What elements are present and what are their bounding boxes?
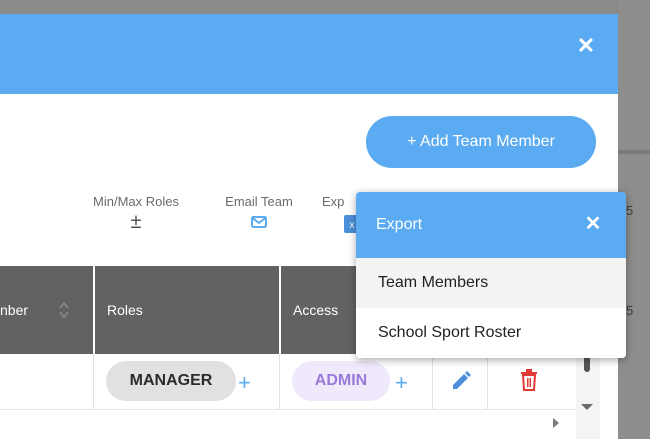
- email-team-label: Email Team: [225, 194, 293, 209]
- horizontal-scrollbar[interactable]: [0, 410, 576, 439]
- backdrop-divider: [618, 150, 650, 154]
- export-option-team-members[interactable]: Team Members: [356, 258, 626, 308]
- svg-text:x: x: [350, 220, 355, 231]
- scroll-right-icon[interactable]: [553, 418, 559, 428]
- export-dropdown-header: Export ✕: [356, 192, 626, 258]
- email-team-button[interactable]: Email Team: [214, 194, 304, 229]
- column-header-member[interactable]: nber: [0, 266, 93, 354]
- vertical-scrollbar[interactable]: [576, 354, 600, 439]
- access-chip-admin[interactable]: ADMIN: [292, 361, 390, 401]
- close-icon[interactable]: ✕: [581, 212, 605, 236]
- export-option-school-sport-roster[interactable]: School Sport Roster: [356, 308, 626, 358]
- scroll-down-icon[interactable]: [581, 404, 593, 410]
- min-max-roles-label: Min/Max Roles: [93, 194, 179, 209]
- export-dropdown-title: Export: [376, 216, 423, 233]
- column-header-access[interactable]: Access: [279, 266, 359, 354]
- add-access-icon[interactable]: +: [395, 372, 408, 394]
- plus-minus-icon: ±: [130, 211, 142, 233]
- sort-icon[interactable]: [58, 300, 70, 320]
- export-dropdown: Export ✕ Team Members School Sport Roste…: [356, 192, 626, 358]
- table-row: [0, 354, 576, 410]
- add-team-member-button[interactable]: + Add Team Member: [366, 116, 596, 168]
- backdrop-text: 5: [626, 203, 634, 218]
- close-icon[interactable]: ✕: [574, 34, 598, 58]
- edit-icon[interactable]: [450, 370, 472, 392]
- modal-header: ✕: [0, 14, 618, 94]
- scrollbar-thumb[interactable]: [584, 356, 590, 372]
- column-header-member-label: nber: [0, 302, 29, 318]
- column-header-roles[interactable]: Roles: [93, 266, 279, 354]
- email-icon: [251, 216, 267, 228]
- delete-icon[interactable]: [519, 369, 539, 391]
- backdrop-text: 5: [626, 303, 634, 318]
- role-chip-manager[interactable]: MANAGER: [106, 361, 236, 401]
- min-max-roles-button[interactable]: Min/Max Roles ±: [78, 194, 194, 234]
- add-role-icon[interactable]: +: [238, 372, 251, 394]
